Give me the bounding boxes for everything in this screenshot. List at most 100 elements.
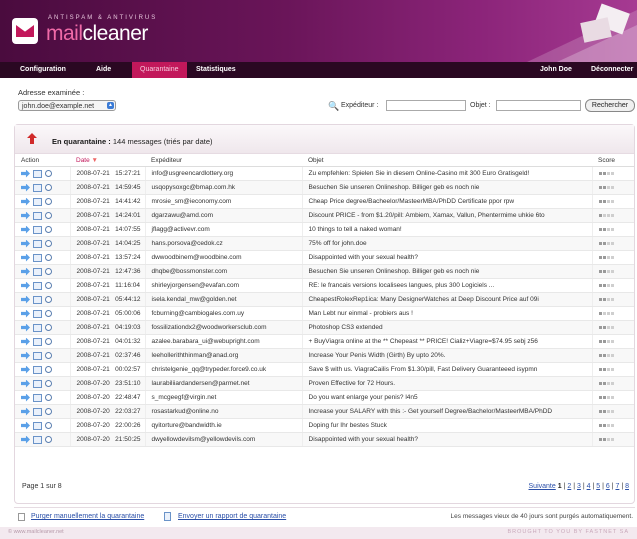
analysis-icon[interactable] [33, 421, 42, 430]
analysis-icon[interactable] [33, 183, 42, 192]
release-icon[interactable] [21, 407, 30, 416]
view-icon[interactable] [45, 254, 52, 261]
table-row[interactable]: 2008-07-21 05:00:06 fcburning@cambiogales… [15, 306, 634, 321]
row-subject[interactable]: Disappointed with your sexual health? [301, 432, 592, 447]
analysis-icon[interactable] [33, 309, 42, 318]
table-row[interactable]: 2008-07-21 14:07:55 jflagg@activevr.com 10… [15, 222, 634, 237]
view-icon[interactable] [45, 394, 52, 401]
view-icon[interactable] [45, 212, 52, 219]
release-icon[interactable] [21, 379, 30, 388]
col-sender[interactable]: Expéditeur [145, 155, 302, 167]
view-icon[interactable] [45, 226, 52, 233]
table-row[interactable]: 2008-07-20 21:50:25 dwyellowdevilsm@yello… [15, 432, 634, 447]
row-subject[interactable]: Increase your SALARY with this :- Get yo… [301, 404, 592, 419]
view-icon[interactable] [45, 240, 52, 247]
view-icon[interactable] [45, 198, 52, 205]
row-subject[interactable]: 10 things to tell a naked woman! [301, 222, 592, 237]
table-row[interactable]: 2008-07-21 04:01:32 azalee.barabara_ui@we… [15, 334, 634, 349]
view-icon[interactable] [45, 170, 52, 177]
row-subject[interactable]: Man Lebt nur einmal - probiers aus ! [301, 306, 592, 321]
view-icon[interactable] [45, 310, 52, 317]
view-icon[interactable] [45, 268, 52, 275]
release-icon[interactable] [21, 225, 30, 234]
release-icon[interactable] [21, 267, 30, 276]
release-icon[interactable] [21, 351, 30, 360]
col-date[interactable]: Date ▼ [70, 155, 145, 167]
release-icon[interactable] [21, 421, 30, 430]
analysis-icon[interactable] [33, 407, 42, 416]
analysis-icon[interactable] [33, 197, 42, 206]
table-row[interactable]: 2008-07-20 23:51:10 laurabiliiardandersen… [15, 376, 634, 391]
analysis-icon[interactable] [33, 281, 42, 290]
analysis-icon[interactable] [33, 393, 42, 402]
release-icon[interactable] [21, 337, 30, 346]
row-subject[interactable]: Disappointed with your sexual health? [301, 250, 592, 265]
release-icon[interactable] [21, 169, 30, 178]
view-icon[interactable] [45, 352, 52, 359]
row-subject[interactable]: Besuchen Sie unseren Onlineshop. Billige… [301, 264, 592, 279]
table-row[interactable]: 2008-07-21 14:04:25 hans.porsova@cedok.cz… [15, 236, 634, 251]
analysis-icon[interactable] [33, 435, 42, 444]
row-subject[interactable]: Proven Effective for 72 Hours. [301, 376, 592, 391]
table-row[interactable]: 2008-07-21 05:44:12 isela.kendal_mw@golde… [15, 292, 634, 307]
menu-aide[interactable]: Aide [88, 62, 119, 78]
row-subject[interactable]: Increase Your Penis Width (Girth) By upt… [301, 348, 592, 363]
purge-link[interactable]: Purger manuellement la quarantaine [31, 513, 144, 520]
row-subject[interactable]: Cheap Price degree/Bacheelor/MasteerMBA/… [301, 194, 592, 209]
analysis-icon[interactable] [33, 365, 42, 374]
col-score[interactable]: Score [592, 155, 634, 167]
analysis-icon[interactable] [33, 253, 42, 262]
row-subject[interactable]: CheapestRolexRep1ica: Many DesignerWatch… [301, 292, 592, 307]
view-icon[interactable] [45, 282, 52, 289]
analysis-icon[interactable] [33, 169, 42, 178]
view-icon[interactable] [45, 184, 52, 191]
next-page-link[interactable]: Suivante [529, 483, 556, 490]
view-icon[interactable] [45, 422, 52, 429]
menu-configuration[interactable]: Configuration [12, 62, 74, 78]
table-row[interactable]: 2008-07-21 04:19:03 fossilizationdx2@wood… [15, 320, 634, 335]
table-row[interactable]: 2008-07-21 13:57:24 dwwoodbinem@woodbine.… [15, 250, 634, 265]
release-icon[interactable] [21, 253, 30, 262]
release-icon[interactable] [21, 323, 30, 332]
analysis-icon[interactable] [33, 225, 42, 234]
table-row[interactable]: 2008-07-20 22:00:26 qyitorture@bandwidth.… [15, 418, 634, 433]
analysis-icon[interactable] [33, 379, 42, 388]
release-icon[interactable] [21, 365, 30, 374]
page-link[interactable]: 8 [625, 483, 629, 490]
row-subject[interactable]: Doping fur Ihr bestes Stuck [301, 418, 592, 433]
table-row[interactable]: 2008-07-21 00:02:57 christelgenie_qq@tryp… [15, 362, 634, 377]
analysis-icon[interactable] [33, 211, 42, 220]
row-subject[interactable]: 75% off for john.doe [301, 236, 592, 251]
view-icon[interactable] [45, 338, 52, 345]
analysis-icon[interactable] [33, 295, 42, 304]
table-row[interactable]: 2008-07-20 22:48:47 s_mcgeegf@virgin.net D… [15, 390, 634, 405]
analysis-icon[interactable] [33, 323, 42, 332]
release-icon[interactable] [21, 393, 30, 402]
table-row[interactable]: 2008-07-21 12:47:36 dhqbe@bossmonster.com… [15, 264, 634, 279]
row-subject[interactable]: RE: le francais versions localisees lang… [301, 278, 592, 293]
release-icon[interactable] [21, 309, 30, 318]
row-subject[interactable]: Save $ with us. ViagraCailis From $1.30/… [301, 362, 592, 377]
row-subject[interactable]: Photoshop CS3 extended [301, 320, 592, 335]
row-subject[interactable]: Discount PRICE - from $1.20/pill: Ambiem… [301, 208, 592, 223]
release-icon[interactable] [21, 435, 30, 444]
analysis-icon[interactable] [33, 267, 42, 276]
table-row[interactable]: 2008-07-21 15:27:21 info@usgreencardlotte… [15, 166, 634, 181]
table-row[interactable]: 2008-07-21 14:41:42 mrosie_sm@ieconomy.co… [15, 194, 634, 209]
release-icon[interactable] [21, 239, 30, 248]
release-icon[interactable] [21, 281, 30, 290]
menu-statistiques[interactable]: Statistiques [188, 62, 244, 78]
address-select[interactable]: john.doe@example.net ▲ [18, 100, 116, 111]
analysis-icon[interactable] [33, 337, 42, 346]
row-subject[interactable]: + BuyViagra online at the ** Chepeast **… [301, 334, 592, 349]
logout-link[interactable]: Déconnecter [583, 62, 637, 78]
view-icon[interactable] [45, 324, 52, 331]
view-icon[interactable] [45, 436, 52, 443]
release-icon[interactable] [21, 197, 30, 206]
view-icon[interactable] [45, 366, 52, 373]
table-row[interactable]: 2008-07-21 14:24:01 dgarzawu@amd.com Disco… [15, 208, 634, 223]
release-icon[interactable] [21, 183, 30, 192]
menu-quarantaine[interactable]: Quarantaine [132, 62, 187, 78]
table-row[interactable]: 2008-07-21 02:37:46 leeholleriththinman@a… [15, 348, 634, 363]
sender-input[interactable] [386, 100, 466, 111]
